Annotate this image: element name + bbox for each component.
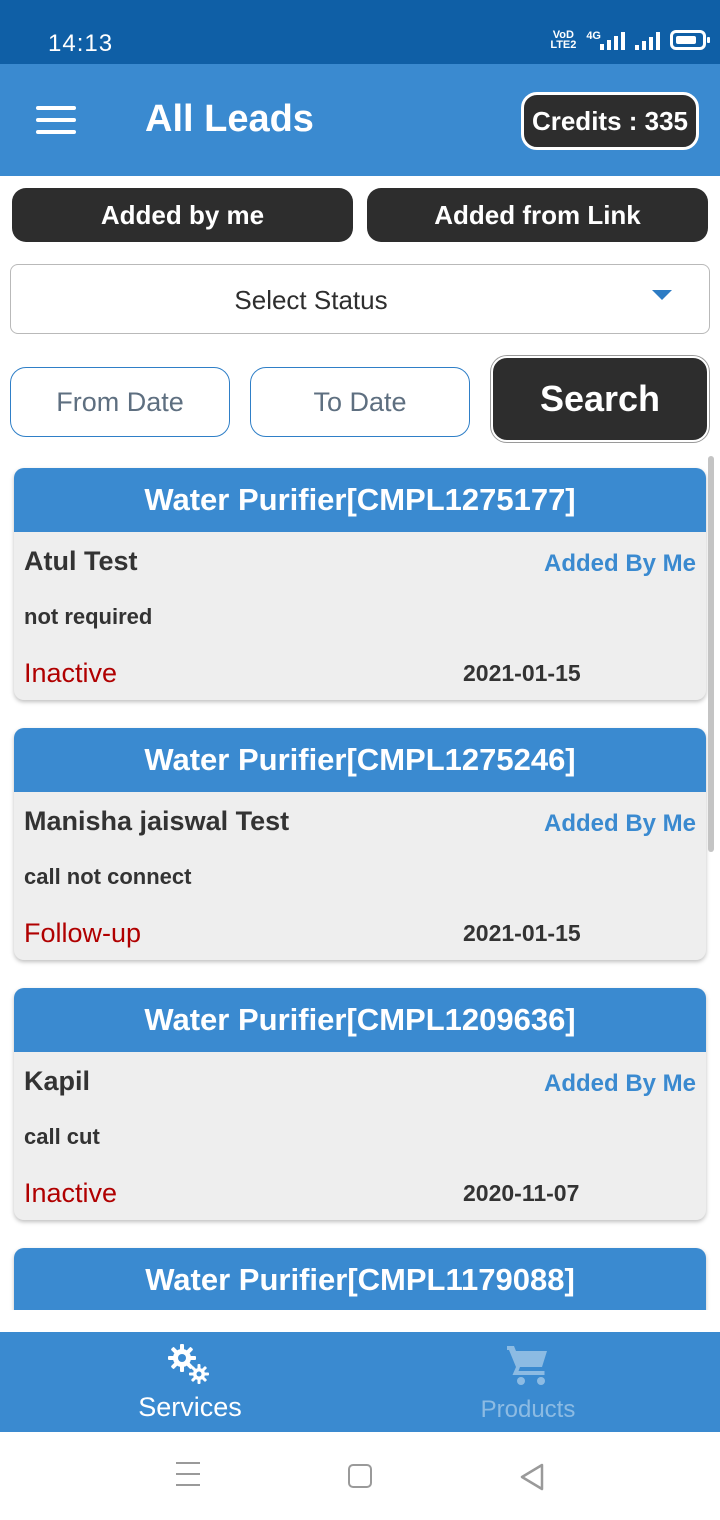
lead-status: Follow-up bbox=[24, 918, 142, 948]
lead-date: 2021-01-15 bbox=[463, 660, 581, 686]
status-time: 14:13 bbox=[48, 30, 114, 57]
mobile-signal-icon: 4G bbox=[586, 30, 625, 50]
lead-product: Water Purifier[CMPL1275177] bbox=[14, 468, 706, 532]
lead-name: Manisha jaiswal Test bbox=[24, 806, 290, 836]
lead-card[interactable]: Water Purifier[CMPL1179088] bbox=[14, 1248, 706, 1310]
app-bar: All Leads Credits : 335 bbox=[0, 64, 720, 176]
recent-apps-icon[interactable] bbox=[176, 1462, 200, 1486]
status-bar: 14:13 VoD LTE2 4G bbox=[0, 0, 720, 64]
lead-product: Water Purifier[CMPL1209636] bbox=[14, 988, 706, 1052]
status-icons: VoD LTE2 4G bbox=[550, 29, 710, 51]
signal-strength-icon bbox=[635, 30, 660, 50]
added-from-link-button[interactable]: Added from Link bbox=[367, 188, 708, 242]
lead-card[interactable]: Water Purifier[CMPL1209636] Kapil Added … bbox=[14, 988, 706, 1220]
search-button[interactable]: Search bbox=[491, 356, 709, 442]
back-icon[interactable] bbox=[518, 1462, 546, 1497]
lead-status: Inactive bbox=[24, 658, 118, 688]
lead-added-by: Added By Me bbox=[543, 1070, 696, 1097]
select-status-dropdown[interactable]: Select Status bbox=[10, 264, 710, 334]
lead-product: Water Purifier[CMPL1179088] bbox=[14, 1248, 706, 1310]
nav-products-label: Products bbox=[480, 1396, 576, 1423]
lead-remark: not required bbox=[24, 604, 153, 629]
hamburger-menu-icon[interactable] bbox=[36, 106, 76, 134]
scrollbar[interactable] bbox=[708, 456, 714, 852]
to-date-field[interactable]: To Date bbox=[250, 367, 470, 437]
select-status-label: Select Status bbox=[234, 285, 388, 315]
from-date-field[interactable]: From Date bbox=[10, 367, 230, 437]
lead-status: Inactive bbox=[24, 1178, 118, 1208]
bottom-nav: Services Products bbox=[0, 1332, 720, 1432]
chevron-down-icon bbox=[652, 290, 672, 300]
system-nav-bar bbox=[0, 1432, 720, 1520]
volte-icon: VoD LTE2 bbox=[550, 29, 577, 51]
lead-added-by: Added By Me bbox=[543, 550, 696, 577]
lead-date: 2020-11-07 bbox=[463, 1180, 580, 1206]
credits-badge[interactable]: Credits : 335 bbox=[521, 92, 699, 150]
lead-added-by: Added By Me bbox=[543, 810, 696, 837]
lead-card[interactable]: Water Purifier[CMPL1275177] Atul Test Ad… bbox=[14, 468, 706, 700]
lead-name: Atul Test bbox=[24, 546, 138, 576]
added-by-me-button[interactable]: Added by me bbox=[12, 188, 353, 242]
lead-card[interactable]: Water Purifier[CMPL1275246] Manisha jais… bbox=[14, 728, 706, 960]
nav-services[interactable]: Services bbox=[10, 1332, 370, 1432]
page-title: All Leads bbox=[145, 98, 314, 140]
home-icon[interactable] bbox=[348, 1464, 372, 1488]
battery-icon bbox=[670, 30, 710, 50]
leads-list[interactable]: Water Purifier[CMPL1275177] Atul Test Ad… bbox=[0, 456, 720, 1310]
lead-remark: call not connect bbox=[24, 864, 192, 889]
lead-date: 2021-01-15 bbox=[463, 920, 581, 946]
gears-icon bbox=[10, 1342, 370, 1386]
nav-services-label: Services bbox=[138, 1392, 242, 1422]
cart-icon bbox=[348, 1342, 708, 1386]
lead-remark: call cut bbox=[24, 1124, 100, 1149]
lead-name: Kapil bbox=[24, 1066, 91, 1096]
lead-product: Water Purifier[CMPL1275246] bbox=[14, 728, 706, 792]
nav-products[interactable]: Products bbox=[348, 1332, 708, 1432]
